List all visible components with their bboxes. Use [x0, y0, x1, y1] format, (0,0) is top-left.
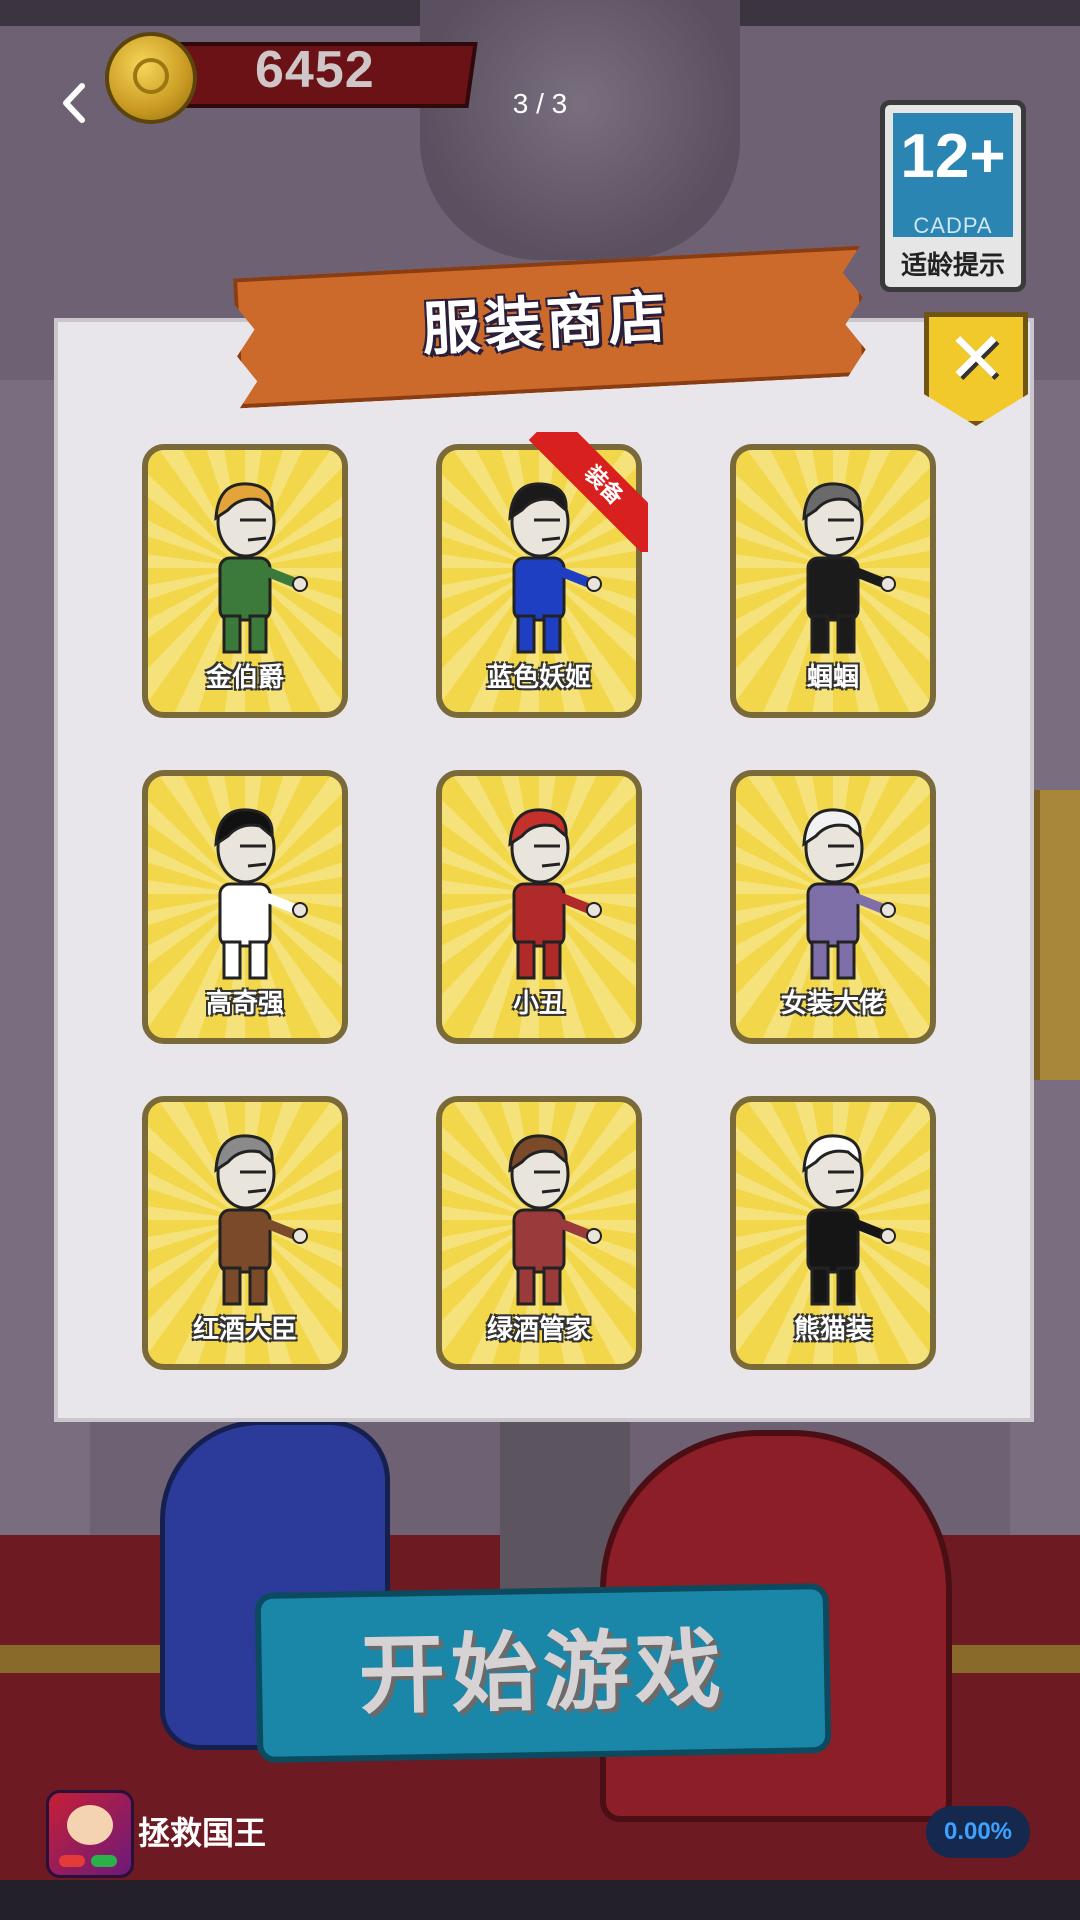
costume-card[interactable]: 小丑	[436, 770, 642, 1044]
costume-figure-icon	[214, 808, 308, 980]
start-game-label: 开始游戏	[358, 1619, 728, 1727]
costume-card[interactable]: 蝈蝈	[730, 444, 936, 718]
costume-figure-icon	[802, 482, 896, 654]
costume-card[interactable]: 女装大佬	[730, 770, 936, 1044]
app-info-bar: 拯救国王 0.00%	[0, 1780, 1080, 1880]
costume-figure-icon	[214, 482, 308, 654]
costume-name: 小丑	[512, 989, 565, 1019]
age-rating: 12+	[900, 122, 1006, 191]
costume-name: 女装大佬	[780, 989, 885, 1019]
costume-name: 蝈蝈	[806, 663, 859, 693]
close-icon: ✕	[946, 317, 1006, 399]
costume-name: 红酒大臣	[192, 1315, 297, 1345]
costume-grid: 金伯爵 蓝色妖姬 蝈蝈高奇强 小丑 女装大佬红酒大臣 绿酒管家 熊猫装	[142, 444, 938, 1370]
start-game-button[interactable]: 开始游戏	[254, 1583, 832, 1763]
costume-name: 高奇强	[205, 989, 284, 1019]
app-icon[interactable]	[46, 1790, 134, 1878]
costume-figure-icon	[214, 1134, 308, 1306]
close-button[interactable]: ✕	[924, 312, 1028, 426]
equipped-ribbon: 装备	[528, 432, 648, 552]
background-picture-frame	[1034, 790, 1080, 1080]
costume-figure-icon	[802, 1134, 896, 1306]
age-rating-org: CADPA	[913, 213, 993, 238]
costume-card[interactable]: 红酒大臣	[142, 1096, 348, 1370]
costume-figure-icon	[508, 1134, 602, 1306]
age-rating-tip: 适龄提示	[900, 251, 1005, 281]
costume-card[interactable]: 高奇强	[142, 770, 348, 1044]
costume-figure-icon	[802, 808, 896, 980]
progress-indicator: 0.00%	[926, 1806, 1030, 1858]
age-rating-badge: 12+ CADPA 适龄提示	[880, 100, 1026, 292]
background-bottom-bar	[0, 1880, 1080, 1920]
costume-card[interactable]: 金伯爵	[142, 444, 348, 718]
costume-card[interactable]: 绿酒管家	[436, 1096, 642, 1370]
app-name: 拯救国王	[138, 1814, 267, 1852]
costume-name: 熊猫装	[793, 1315, 872, 1345]
costume-name: 蓝色妖姬	[486, 663, 591, 693]
costume-card[interactable]: 熊猫装	[730, 1096, 936, 1370]
costume-name: 金伯爵	[205, 663, 284, 693]
costume-name: 绿酒管家	[486, 1315, 591, 1345]
costume-figure-icon	[508, 808, 602, 980]
equipped-label: 装备	[528, 432, 648, 552]
